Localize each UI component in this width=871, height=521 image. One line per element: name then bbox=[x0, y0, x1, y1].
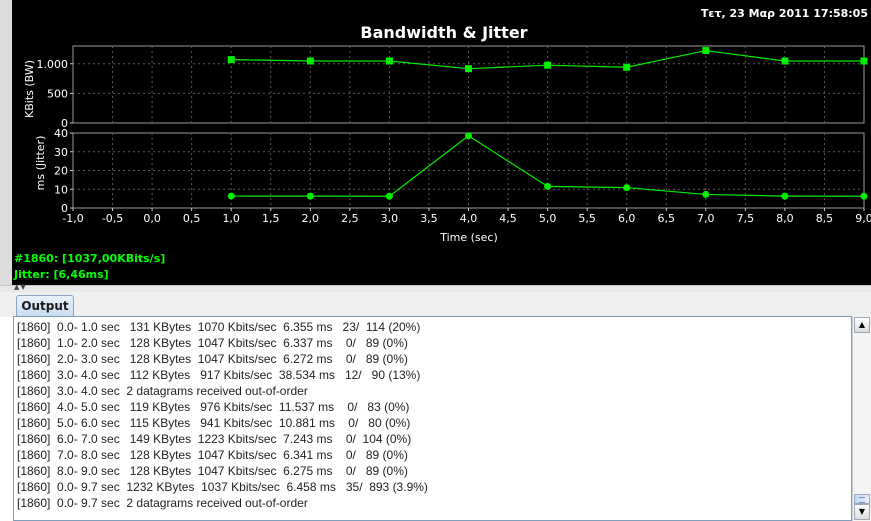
bw-data-point bbox=[860, 57, 868, 65]
output-line: [1860] 8.0- 9.0 sec 128 KBytes 1047 Kbit… bbox=[17, 464, 408, 478]
bw-data-point bbox=[465, 65, 472, 73]
bandwidth-status: #1860: [1037,00KBits/s] bbox=[14, 252, 166, 265]
output-line: [1860] 5.0- 6.0 sec 115 KBytes 941 Kbits… bbox=[17, 416, 411, 430]
jitter-data-point bbox=[623, 184, 631, 192]
jitter-data-point bbox=[702, 190, 710, 198]
x-tick-label: -0,5 bbox=[102, 212, 123, 225]
x-tick-label: 0,5 bbox=[183, 212, 201, 225]
bw-data-point bbox=[306, 57, 314, 65]
vertical-scrollbar[interactable]: ▲ ▼ bbox=[852, 316, 871, 521]
x-tick-label: 9,0 bbox=[855, 212, 871, 225]
x-tick-label: 5,5 bbox=[578, 212, 596, 225]
output-line: [1860] 1.0- 2.0 sec 128 KBytes 1047 Kbit… bbox=[17, 336, 408, 350]
jitter-status: Jitter: [6,46ms] bbox=[14, 268, 109, 281]
x-tick-label: 6,5 bbox=[658, 212, 676, 225]
x-tick-label: 4,5 bbox=[499, 212, 517, 225]
bw-data-point bbox=[702, 47, 710, 55]
bw-data-point bbox=[227, 56, 235, 64]
bw-data-point bbox=[623, 63, 631, 71]
x-tick-label: 7,5 bbox=[737, 212, 755, 225]
bandwidth-y-axis-label: KBits (BW) bbox=[23, 60, 36, 118]
scrollbar-thumb[interactable] bbox=[854, 494, 870, 504]
bw-data-point bbox=[544, 61, 552, 69]
x-tick-label: 0,0 bbox=[143, 212, 161, 225]
x-tick-label: 3,0 bbox=[381, 212, 399, 225]
x-tick-label: 6,0 bbox=[618, 212, 636, 225]
x-tick-label: 5,0 bbox=[539, 212, 557, 225]
chart-title: Bandwidth & Jitter bbox=[360, 23, 527, 42]
split-pane-divider[interactable]: ▲▼ bbox=[0, 284, 871, 292]
tab-output[interactable]: Output bbox=[16, 295, 74, 316]
jitter-data-point bbox=[385, 192, 393, 200]
bw-data-point bbox=[781, 57, 789, 65]
bw-y-tick-label: 1.000 bbox=[37, 58, 69, 71]
output-line: [1860] 3.0- 4.0 sec 112 KBytes 917 Kbits… bbox=[17, 368, 421, 382]
x-tick-label: 2,5 bbox=[341, 212, 359, 225]
x-tick-label: -1,0 bbox=[62, 212, 83, 225]
divider-arrows-icon[interactable]: ▲▼ bbox=[14, 284, 27, 291]
output-text-area[interactable]: [1860] 0.0- 1.0 sec 131 KBytes 1070 Kbit… bbox=[13, 316, 852, 521]
output-line: [1860] 2.0- 3.0 sec 128 KBytes 1047 Kbit… bbox=[17, 352, 408, 366]
x-tick-label: 1,5 bbox=[262, 212, 280, 225]
jitter-y-tick-label: 30 bbox=[54, 146, 68, 159]
output-line: [1860] 4.0- 5.0 sec 119 KBytes 976 Kbits… bbox=[17, 400, 410, 414]
jitter-data-point bbox=[860, 192, 868, 200]
x-tick-label: 1,0 bbox=[222, 212, 240, 225]
jitter-data-point bbox=[544, 182, 552, 190]
output-line: [1860] 0.0- 9.7 sec 2 datagrams received… bbox=[17, 496, 308, 510]
jitter-data-point bbox=[306, 192, 314, 200]
jitter-data-point bbox=[465, 132, 472, 140]
arrow-down-icon[interactable]: ▼ bbox=[854, 504, 870, 520]
output-line: [1860] 6.0- 7.0 sec 149 KBytes 1223 Kbit… bbox=[17, 432, 412, 446]
output-line: [1860] 7.0- 8.0 sec 128 KBytes 1047 Kbit… bbox=[17, 448, 408, 462]
jitter-y-axis-label: ms (Jitter) bbox=[34, 136, 47, 191]
jitter-data-point bbox=[781, 192, 789, 200]
output-line: [1860] 0.0- 9.7 sec 1232 KBytes 1037 Kbi… bbox=[17, 480, 428, 494]
arrow-up-icon[interactable]: ▲ bbox=[854, 317, 870, 333]
output-line: [1860] 0.0- 1.0 sec 131 KBytes 1070 Kbit… bbox=[17, 320, 421, 334]
x-tick-label: 7,0 bbox=[697, 212, 715, 225]
x-tick-label: 4,0 bbox=[460, 212, 478, 225]
jitter-y-tick-label: 20 bbox=[54, 165, 68, 178]
x-axis-label: Time (sec) bbox=[439, 231, 498, 244]
x-tick-label: 3,5 bbox=[420, 212, 438, 225]
bw-y-tick-label: 500 bbox=[47, 87, 68, 100]
bandwidth-jitter-chart: Τετ, 23 Μαρ 2011 17:58:05 Bandwidth & Ji… bbox=[23, 7, 871, 244]
chart-panel: Τετ, 23 Μαρ 2011 17:58:05 Bandwidth & Ji… bbox=[0, 0, 871, 285]
x-tick-label: 2,0 bbox=[302, 212, 320, 225]
bw-data-point bbox=[385, 57, 393, 65]
tab-bar: Output bbox=[0, 292, 871, 317]
jitter-y-tick-label: 10 bbox=[54, 183, 68, 196]
x-tick-label: 8,0 bbox=[776, 212, 794, 225]
output-line: [1860] 3.0- 4.0 sec 2 datagrams received… bbox=[17, 384, 308, 398]
jitter-data-point bbox=[227, 192, 235, 200]
timestamp: Τετ, 23 Μαρ 2011 17:58:05 bbox=[701, 7, 868, 20]
x-tick-label: 8,5 bbox=[816, 212, 834, 225]
jitter-y-tick-label: 40 bbox=[54, 127, 68, 140]
